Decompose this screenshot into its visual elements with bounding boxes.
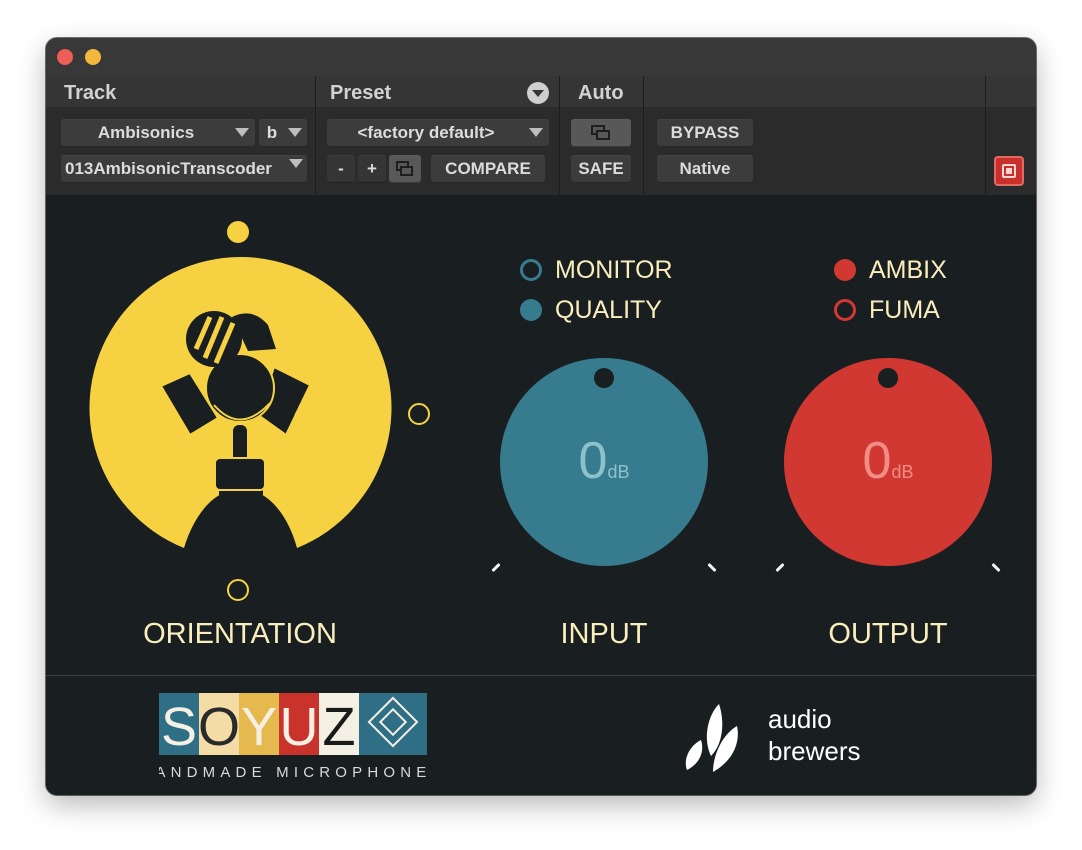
safe-label: SAFE <box>578 159 624 178</box>
radio-unselected-icon <box>520 259 542 281</box>
track-name-value: 013AmbisonicTranscoder <box>65 159 272 178</box>
windows-icon <box>591 125 610 140</box>
output-gain-knob[interactable]: 0dB <box>784 358 992 566</box>
chevron-down-icon <box>529 128 543 137</box>
input-gain-value: 0 <box>578 432 608 490</box>
safe-button[interactable]: SAFE <box>571 155 631 183</box>
preset-menu-button[interactable] <box>527 82 549 104</box>
output-label: OUTPUT <box>828 618 948 650</box>
compare-label: COMPARE <box>445 159 531 178</box>
track-channel-select[interactable]: b <box>259 119 307 147</box>
fuma-label: FUMA <box>869 296 940 324</box>
soyuz-tagline: HANDMADE MICROPHONES <box>159 764 427 781</box>
compare-button[interactable]: COMPARE <box>431 155 545 183</box>
track-type-value: Ambisonics <box>97 123 195 142</box>
input-max-tick <box>707 562 717 573</box>
orientation-top-handle[interactable] <box>227 221 249 243</box>
track-channel-value: b <box>266 123 278 142</box>
soyuz-letter-z: Z <box>323 697 356 757</box>
bypass-button[interactable]: BYPASS <box>657 119 753 147</box>
input-label: INPUT <box>560 618 648 650</box>
quality-radio[interactable]: QUALITY <box>520 295 690 325</box>
plugin-power-button[interactable] <box>994 156 1024 186</box>
audio-brewers-wordmark: audio brewers <box>768 703 860 767</box>
orientation-label: ORIENTATION <box>143 618 337 650</box>
chevron-down-icon <box>288 128 302 137</box>
divider <box>559 76 560 195</box>
radio-unselected-icon <box>834 299 856 321</box>
knob-indicator <box>878 368 898 388</box>
minus-label: - <box>338 159 344 178</box>
output-max-tick <box>991 562 1001 573</box>
preset-next-button[interactable]: + <box>358 155 386 183</box>
orientation-side-handle[interactable] <box>408 403 430 425</box>
radio-selected-icon <box>834 259 856 281</box>
stop-square-dot <box>1006 168 1012 174</box>
output-gain-value: 0 <box>862 432 892 490</box>
plus-label: + <box>367 159 377 178</box>
footer-divider <box>46 675 1036 676</box>
radio-selected-icon <box>520 299 542 321</box>
soyuz-letter-o: O <box>198 697 240 757</box>
ambix-label: AMBIX <box>869 256 947 284</box>
copy-windows-icon <box>396 161 413 176</box>
bypass-label: BYPASS <box>670 123 740 142</box>
audio-brewers-line2: brewers <box>768 736 861 766</box>
audio-brewers-logo-icon <box>685 704 738 772</box>
output-min-tick <box>775 562 785 573</box>
chevron-down-icon <box>289 159 303 168</box>
monitor-radio[interactable]: MONITOR <box>520 255 690 285</box>
native-label: Native <box>679 159 731 178</box>
chevron-down-icon <box>532 90 544 97</box>
output-gain-readout: 0dB <box>784 431 992 491</box>
soyuz-logo: S O Y U Z HANDMADE MICROPHONES <box>159 693 427 781</box>
auto-section-label: Auto <box>578 82 624 104</box>
soyuz-letter-u: U <box>280 697 319 757</box>
input-gain-knob[interactable]: 0dB <box>500 358 708 566</box>
input-min-tick <box>491 562 501 573</box>
title-bar <box>46 38 1036 76</box>
soyuz-letter-s: S <box>161 697 197 757</box>
copy-settings-button[interactable] <box>389 155 421 183</box>
divider <box>985 76 986 195</box>
preset-section-label: Preset <box>330 82 392 104</box>
divider <box>315 76 316 195</box>
quality-label: QUALITY <box>555 296 662 324</box>
plugin-panel: ORIENTATION MONITOR QUALITY AMBIX FUMA 0… <box>46 195 1036 795</box>
input-gain-readout: 0dB <box>500 431 708 491</box>
orientation-microphone-control[interactable] <box>88 255 394 551</box>
output-gain-unit: dB <box>891 462 914 482</box>
input-gain-unit: dB <box>607 462 630 482</box>
soyuz-letter-y: Y <box>241 697 277 757</box>
chevron-down-icon <box>235 128 249 137</box>
preset-select[interactable]: <factory default> <box>327 119 549 147</box>
minimize-window-button[interactable] <box>85 49 101 65</box>
preset-value: <factory default> <box>357 123 495 142</box>
knob-indicator <box>594 368 614 388</box>
close-window-button[interactable] <box>57 49 73 65</box>
orientation-bottom-handle[interactable] <box>227 579 249 601</box>
preset-previous-button[interactable]: - <box>327 155 355 183</box>
divider <box>643 76 644 195</box>
track-type-select[interactable]: Ambisonics <box>61 119 255 147</box>
track-section-label: Track <box>64 82 117 104</box>
ambix-radio[interactable]: AMBIX <box>834 255 964 285</box>
fuma-radio[interactable]: FUMA <box>834 295 964 325</box>
automation-window-button[interactable] <box>571 119 631 147</box>
host-control-bar: Track Preset Auto Ambisonics b 013Ambiso… <box>46 76 1036 195</box>
plugin-window: Track Preset Auto Ambisonics b 013Ambiso… <box>46 38 1036 795</box>
monitor-label: MONITOR <box>555 256 673 284</box>
track-name-select[interactable]: 013AmbisonicTranscoder <box>61 155 307 183</box>
native-button[interactable]: Native <box>657 155 753 183</box>
audio-brewers-line1: audio <box>768 704 832 734</box>
